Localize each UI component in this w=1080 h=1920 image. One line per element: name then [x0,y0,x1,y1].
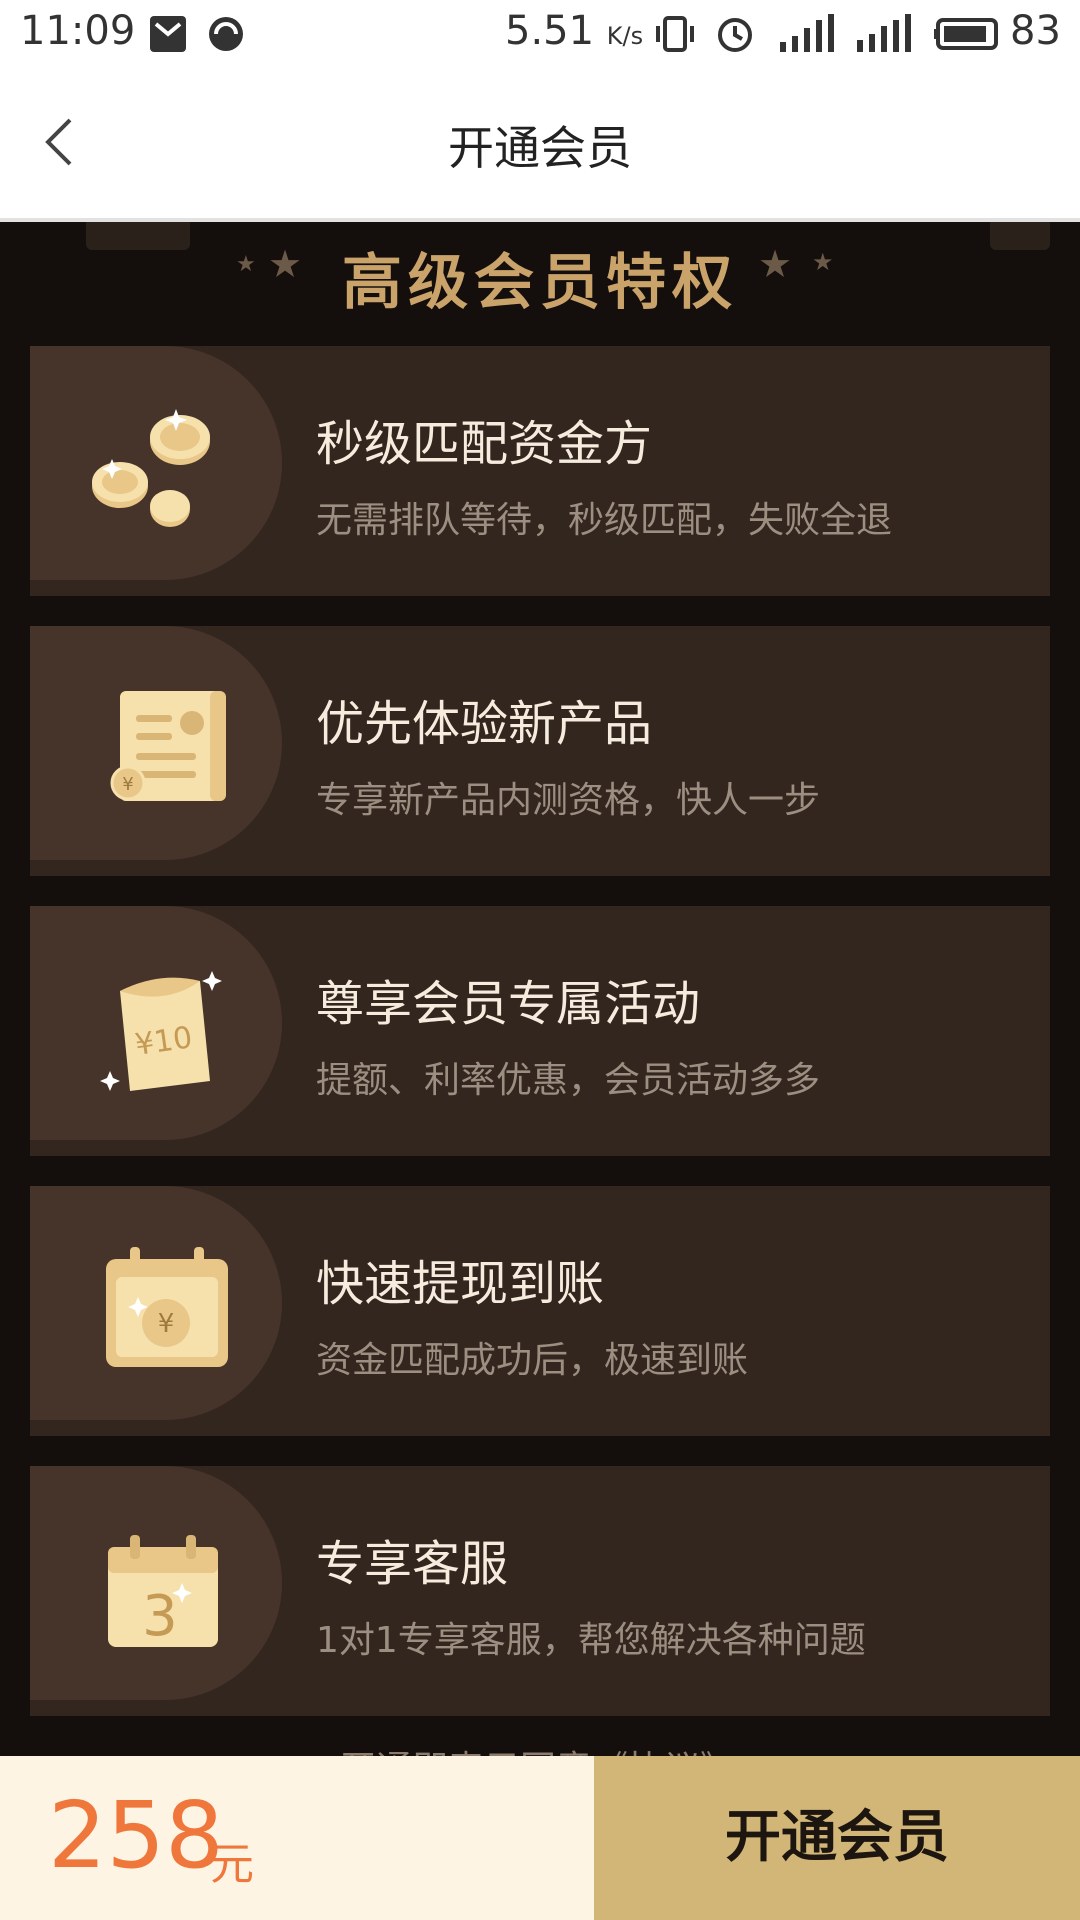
benefit-desc: 专享新产品内测资格，快人一步 [316,780,821,821]
nav-header: 开通会员 [0,68,1080,222]
price-amount: 258 [48,1782,224,1889]
benefit-card[interactable]: ¥ 快速提现到账 资金匹配成功后，极速到账 [30,1186,1050,1436]
status-time: 11:09 [20,8,136,54]
open-membership-button[interactable]: 开通会员 [594,1756,1080,1920]
benefit-desc: 无需排队等待，秒级匹配，失败全退 [316,500,893,541]
sync-icon [209,17,243,51]
network-speed: 5.51 K/s [505,8,644,54]
benefit-card[interactable]: 秒级匹配资金方 无需排队等待，秒级匹配，失败全退 [30,346,1050,596]
benefit-card[interactable]: ¥10 尊享会员专属活动 提额、利率优惠，会员活动多多 [30,906,1050,1156]
benefits-panel: ★ ★ ★ ★ 高级会员特权 秒级匹配资金方 无需排队等待，秒级匹配，失败全退 [0,222,1080,1756]
benefit-title: 优先体验新产品 [316,696,653,752]
alarm-icon [718,18,752,52]
benefit-desc: 资金匹配成功后，极速到账 [316,1340,749,1381]
vibrate-icon [656,16,694,52]
signal-hplus-icon [857,14,911,52]
page-title: 开通会员 [448,121,632,175]
coin-symbol: ¥ [158,1309,175,1339]
bottom-bar: 258 元 开通会员 [0,1756,1080,1920]
mail-icon [150,16,186,52]
svg-text:¥: ¥ [122,774,133,795]
battery-level: 83 [1010,8,1061,54]
scroll-icon: ¥ [110,691,226,801]
calendar-coin-icon: ¥ [106,1247,228,1367]
status-bar: 11:09 5.51 K/s 83 [0,0,1080,68]
benefit-list: 秒级匹配资金方 无需排队等待，秒级匹配，失败全退 ¥ 优先体验新产品 专享新产品… [30,346,1050,1746]
price-unit: 元 [210,1839,254,1890]
benefit-card[interactable]: ¥ 优先体验新产品 专享新产品内测资格，快人一步 [30,626,1050,876]
calendar-day: 3 [142,1584,178,1649]
coins-icon [92,409,210,527]
benefit-card[interactable]: 3 专享客服 1对1专享客服，帮您解决各种问题 [30,1466,1050,1716]
benefit-desc: 1对1专享客服，帮您解决各种问题 [316,1620,866,1661]
benefit-title: 秒级匹配资金方 [316,416,653,472]
benefit-desc: 提额、利率优惠，会员活动多多 [316,1060,821,1101]
battery-icon [934,18,998,50]
section-title: 高级会员特权 [342,248,738,318]
signal-icon [780,14,834,52]
agreement-link[interactable]: 开通即表示同意《协议》 [340,1740,736,1756]
price-box: 258 元 [0,1756,594,1920]
benefit-title: 快速提现到账 [316,1256,605,1312]
benefit-title: 专享客服 [316,1536,509,1592]
coupon-bag-icon: ¥10 [100,971,222,1091]
benefit-title: 尊享会员专属活动 [316,976,701,1032]
calendar-3-icon: 3 [108,1535,218,1649]
